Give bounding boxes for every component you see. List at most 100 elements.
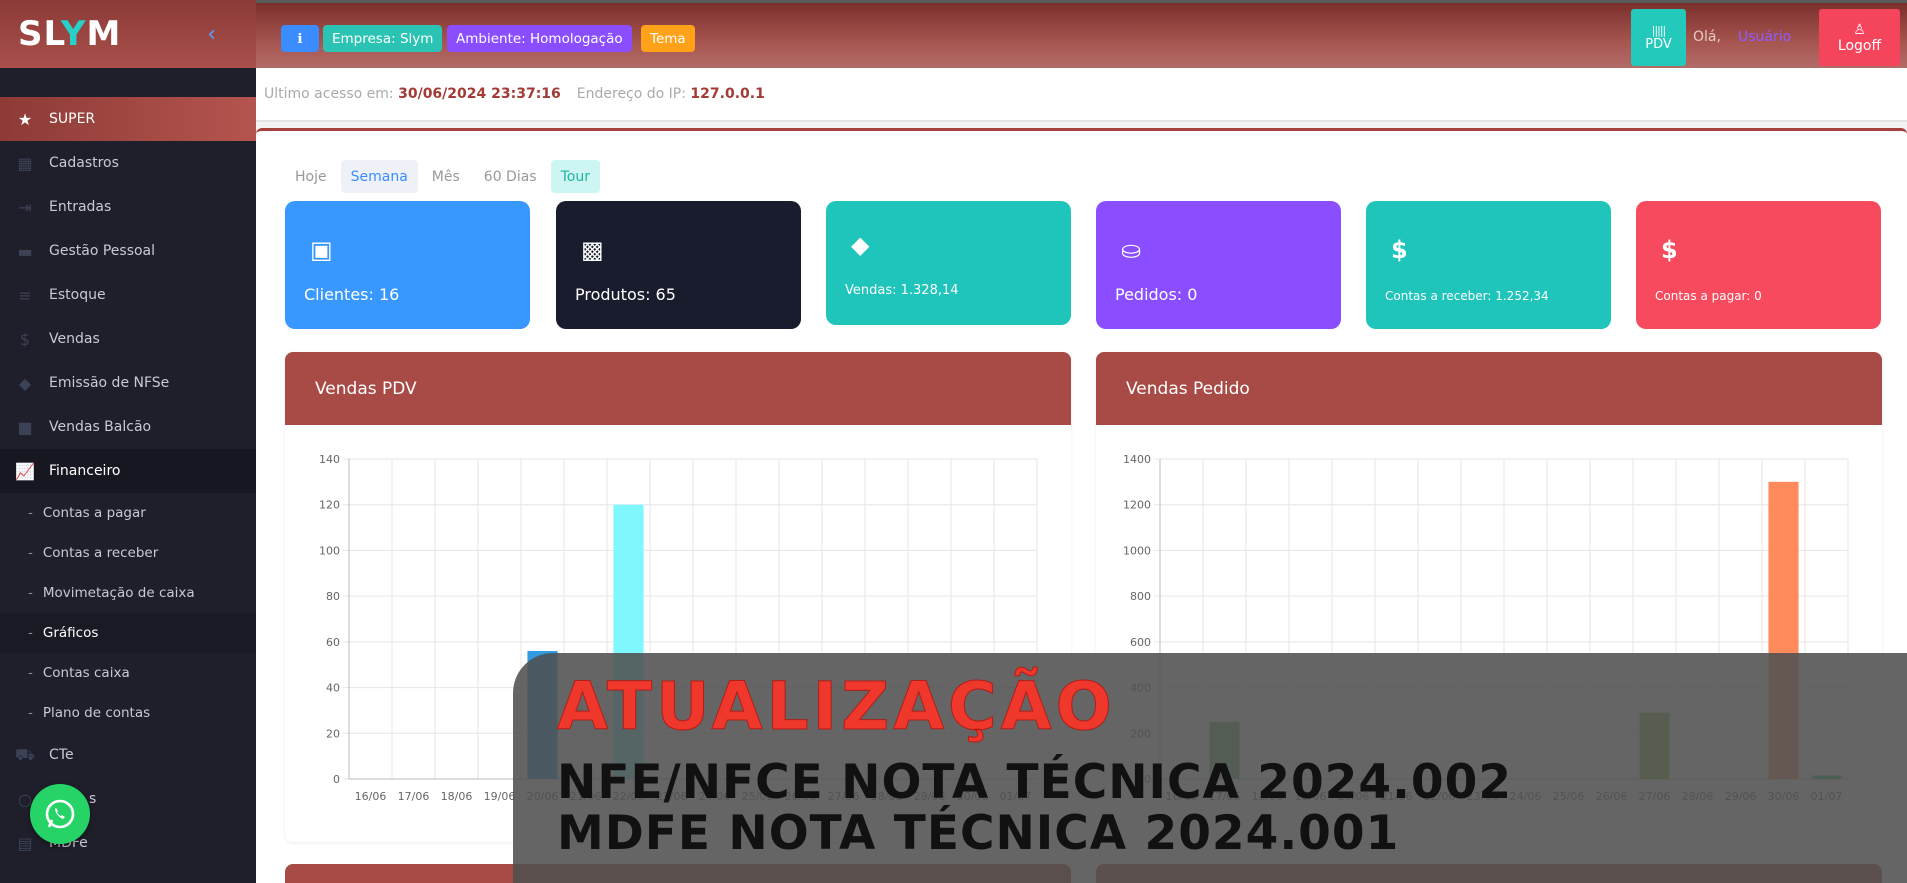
sidebar-item-entradas[interactable]: ⇥ Entradas	[0, 185, 256, 229]
pdv-button[interactable]: ||||| PDV	[1631, 9, 1686, 66]
whatsapp-icon	[45, 799, 75, 829]
update-banner: ATUALIZAÇÃO NFE/NFCE NOTA TÉCNICA 2024.0…	[513, 653, 1907, 883]
ambiente-badge[interactable]: Ambiente: Homologação	[447, 25, 632, 52]
stat-card-produtos[interactable]: ▩ Produtos: 65	[556, 201, 801, 329]
sidebar-item-label: Cadastros	[49, 155, 119, 171]
sidebar-item-gestao-pessoal[interactable]: ▬ Gestão Pessoal	[0, 229, 256, 273]
dash-icon: -	[28, 585, 33, 601]
sidebar-subitem-graficos[interactable]: - Gráficos	[0, 613, 256, 653]
stat-card-pedidos[interactable]: ⛀ Pedidos: 0	[1096, 201, 1341, 329]
sidebar-item-super[interactable]: ★ SUPER	[0, 97, 256, 141]
stat-label: Pedidos: 0	[1115, 285, 1198, 304]
access-info-bar: Ultimo acesso em: 30/06/2024 23:37:16 En…	[256, 68, 1907, 122]
sidebar: SLYM ‹ ★ SUPER ▦ Cadastros ⇥ Entradas ▬ Gest…	[0, 0, 256, 883]
info-button[interactable]: ℹ	[281, 25, 319, 52]
pdv-label: PDV	[1645, 36, 1672, 52]
sidebar-subitem-contas-caixa[interactable]: - Contas caixa	[0, 653, 256, 693]
dash-icon: -	[28, 505, 33, 521]
user-icon: ♙	[1853, 21, 1866, 38]
stat-label: Contas a receber: 1.252,34	[1385, 289, 1549, 303]
app-root: SLYM ‹ ★ SUPER ▦ Cadastros ⇥ Entradas ▬ Gest…	[0, 0, 1907, 883]
sidebar-subitem-contas-receber[interactable]: - Contas a receber	[0, 533, 256, 573]
stat-card-contas-receber[interactable]: $ Contas a receber: 1.252,34	[1366, 201, 1611, 329]
period-tabs: Hoje Semana Mês 60 Dias Tour	[285, 160, 600, 193]
topbar: ℹ Empresa: Slym Ambiente: Homologação Te…	[256, 0, 1907, 68]
stat-card-vendas[interactable]: ◆ Vendas: 1.328,14	[826, 201, 1071, 325]
cart-icon: ⛀	[1121, 236, 1142, 264]
dash-icon: -	[28, 665, 33, 681]
dash-icon: -	[28, 545, 33, 561]
user-card-icon: ▣	[310, 236, 333, 264]
stat-card-contas-pagar[interactable]: $ Contas a pagar: 0	[1636, 201, 1881, 329]
y-tick-label: 140	[319, 453, 340, 466]
sidebar-item-label: SUPER	[49, 111, 96, 127]
dollar-icon: $	[1661, 236, 1678, 264]
login-icon: ⇥	[18, 197, 32, 217]
logo-bar: SLYM ‹	[0, 0, 256, 68]
star-icon: ★	[17, 109, 33, 129]
y-tick-label: 1400	[1123, 453, 1151, 466]
sidebar-item-financeiro[interactable]: 📈 Financeiro	[0, 449, 256, 493]
sidebar-subitem-contas-pagar[interactable]: - Contas a pagar	[0, 493, 256, 533]
sidebar-item-estoque[interactable]: ≡ Estoque	[0, 273, 256, 317]
sidebar-menu: ★ SUPER ▦ Cadastros ⇥ Entradas ▬ Gestão Pess…	[0, 97, 256, 865]
stat-label: Vendas: 1.328,14	[845, 283, 959, 298]
tag-icon: ◆	[18, 373, 32, 393]
logo[interactable]: SLYM	[18, 14, 121, 54]
empresa-badge[interactable]: Empresa: Slym	[323, 25, 443, 52]
sidebar-item-vendas-balcao[interactable]: ■ Vendas Balcão	[0, 405, 256, 449]
sidebar-item-label: Vendas Balcão	[49, 419, 152, 435]
ip-label: Endereço do IP:	[576, 86, 686, 102]
sidebar-item-cadastros[interactable]: ▦ Cadastros	[0, 141, 256, 185]
chart-line-icon: 📈	[15, 461, 35, 481]
y-tick-label: 600	[1130, 636, 1151, 649]
sidebar-item-emissao-nfse[interactable]: ◆ Emissão de NFSe	[0, 361, 256, 405]
sidebar-subitem-plano-contas[interactable]: - Plano de contas	[0, 693, 256, 733]
y-tick-label: 800	[1130, 590, 1151, 603]
sidebar-subitem-movimentacao-caixa[interactable]: - Movimetação de caixa	[0, 573, 256, 613]
logoff-button[interactable]: ♙ Logoff	[1819, 9, 1900, 66]
ip-value: 127.0.0.1	[690, 86, 765, 102]
sidebar-item-label: Vendas	[49, 331, 100, 347]
stat-card-clientes[interactable]: ▣ Clientes: 16	[285, 201, 530, 329]
logoff-label: Logoff	[1837, 37, 1882, 54]
whatsapp-button[interactable]	[30, 784, 90, 844]
y-tick-label: 1000	[1123, 544, 1151, 557]
y-tick-label: 1200	[1123, 499, 1151, 512]
logo-text-end: M	[86, 14, 122, 54]
sidebar-item-label: Gestão Pessoal	[49, 243, 156, 259]
logo-text-y: Y	[60, 14, 87, 54]
tour-button[interactable]: Tour	[550, 160, 600, 193]
y-tick-label: 0	[333, 773, 340, 786]
tab-hoje[interactable]: Hoje	[285, 160, 337, 193]
sidebar-item-label: Entradas	[49, 199, 112, 215]
sidebar-item-label: Emissão de NFSe	[49, 375, 170, 391]
tab-semana[interactable]: Semana	[340, 160, 418, 193]
collapse-sidebar-icon[interactable]: ‹	[207, 22, 216, 47]
tag-icon: ◆	[851, 231, 870, 259]
bag-icon: ■	[17, 417, 33, 437]
y-tick-label: 80	[326, 590, 340, 603]
tab-mes[interactable]: Mês	[422, 160, 470, 193]
panel-title: Vendas Pedido	[1096, 352, 1882, 425]
x-tick-label: 16/06	[355, 790, 387, 803]
banner-title: ATUALIZAÇÃO	[557, 668, 1116, 746]
subitem-label: Movimetação de caixa	[42, 585, 195, 601]
last-access-value: 30/06/2024 23:37:16	[398, 86, 561, 102]
y-tick-label: 100	[319, 544, 340, 557]
tema-button[interactable]: Tema	[641, 25, 695, 52]
list-icon: ≡	[18, 285, 32, 305]
y-tick-label: 40	[326, 682, 340, 695]
tab-60-dias[interactable]: 60 Dias	[474, 160, 547, 193]
document-icon: ▤	[17, 833, 33, 853]
info-icon: ℹ	[297, 30, 303, 47]
stat-label: Clientes: 16	[304, 285, 400, 304]
sidebar-item-vendas[interactable]: $ Vendas	[0, 317, 256, 361]
sidebar-item-cte[interactable]: ⛟ CTe	[0, 733, 256, 777]
y-tick-label: 120	[319, 499, 340, 512]
banner-line-nfe: NFE/NFCE NOTA TÉCNICA 2024.002	[557, 755, 1513, 810]
truck-icon: ⛟	[14, 744, 36, 764]
subitem-label: Contas a pagar	[42, 505, 146, 521]
barcode-icon: |||||	[1651, 23, 1666, 37]
user-link[interactable]: Usuário	[1738, 29, 1791, 45]
